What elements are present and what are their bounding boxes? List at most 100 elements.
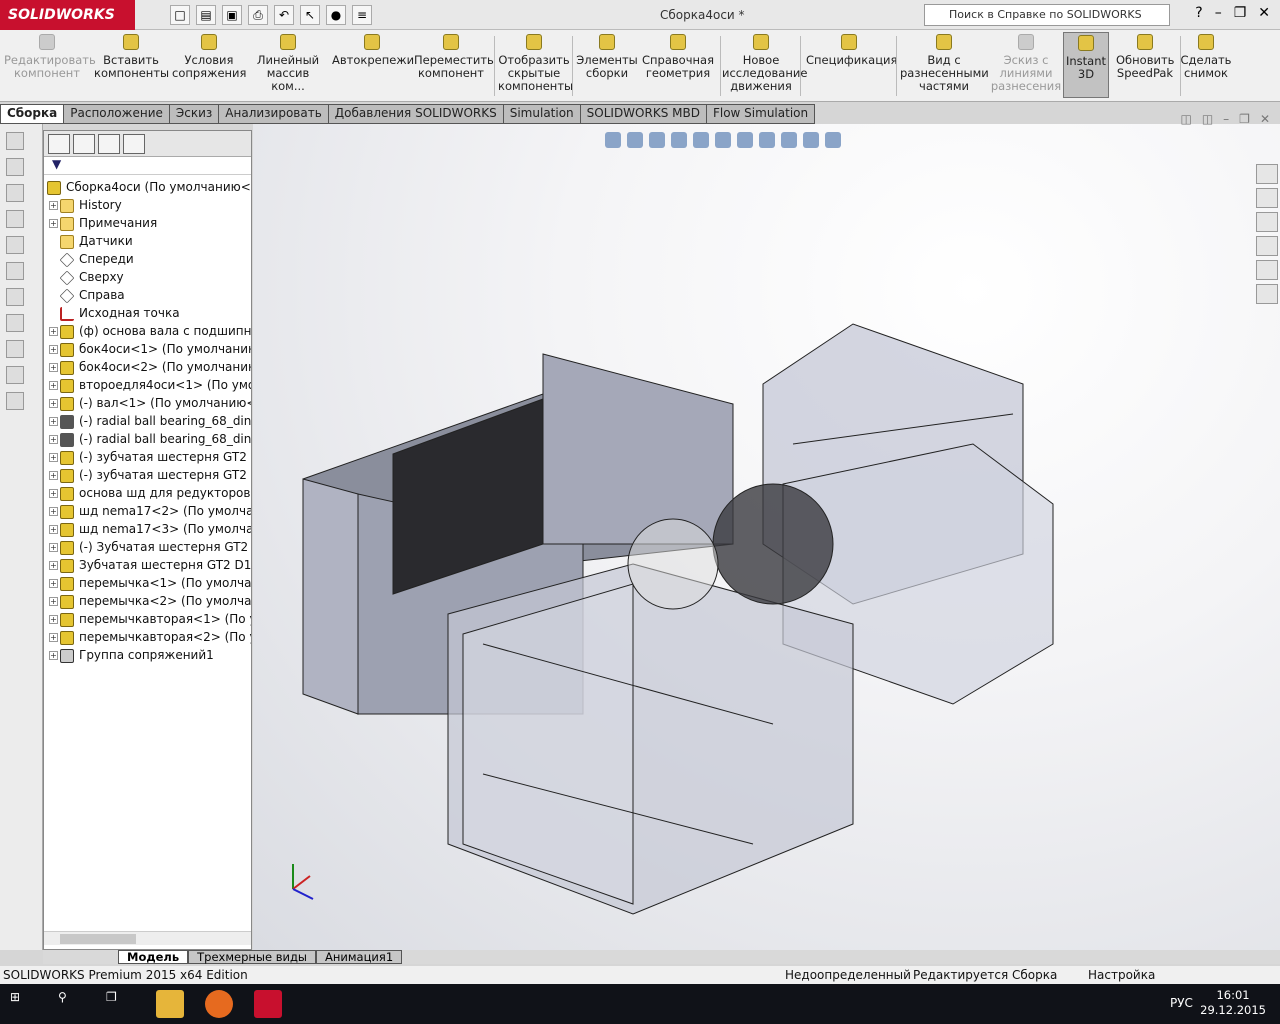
options-icon[interactable]: ≡	[352, 5, 372, 25]
ribbon-button[interactable]: Новое исследование движения	[722, 34, 807, 93]
expand-icon[interactable]: +	[49, 525, 58, 534]
ribbon-button[interactable]: Отобразить скрытые компоненты	[498, 34, 573, 93]
tree-item[interactable]: Сверху	[44, 268, 251, 286]
tab-navigation[interactable]	[43, 950, 118, 964]
bottom-tab[interactable]: Модель	[118, 950, 189, 964]
ribbon-button[interactable]: Спецификация	[806, 34, 897, 67]
home-icon[interactable]	[1256, 164, 1278, 184]
search-icon[interactable]: ⚲	[58, 990, 86, 1018]
tree-item[interactable]: Датчики	[44, 232, 251, 250]
tab[interactable]: Flow Simulation	[705, 104, 816, 124]
design-library-icon[interactable]	[1256, 212, 1278, 232]
filter-icon[interactable]: ▼	[44, 157, 251, 175]
expand-icon[interactable]: +	[49, 381, 58, 390]
expand-icon[interactable]: +	[49, 597, 58, 606]
print-icon[interactable]: ⎙	[248, 5, 268, 25]
tree-item[interactable]: Спереди	[44, 250, 251, 268]
tab[interactable]: Simulation	[502, 104, 581, 124]
help-icon[interactable]: ?	[1195, 5, 1202, 21]
tool-icon[interactable]	[6, 288, 24, 306]
rebuild-icon[interactable]: ●	[326, 5, 346, 25]
tree-item[interactable]: + History	[44, 196, 251, 214]
tree-item[interactable]: + (-) зубчатая шестерня GT2 D50	[44, 466, 251, 484]
tree-item[interactable]: + бок4оси<2> (По умолчанию<	[44, 358, 251, 376]
tree-item[interactable]: + перемычкавторая<1> (По умо	[44, 610, 251, 628]
expand-icon[interactable]: +	[49, 399, 58, 408]
tree-item[interactable]: + (-) зубчатая шестерня GT2 D50	[44, 448, 251, 466]
expand-icon[interactable]: +	[49, 453, 58, 462]
start-icon[interactable]: ⊞	[10, 990, 38, 1018]
tree-item[interactable]: + (ф) основа вала с подшипник	[44, 322, 251, 340]
firefox-icon[interactable]	[205, 990, 233, 1018]
ribbon-button[interactable]: Линейный массив ком...	[252, 34, 324, 93]
tool-icon[interactable]	[6, 262, 24, 280]
tree-item[interactable]: Исходная точка	[44, 304, 251, 322]
open-icon[interactable]: ▤	[196, 5, 216, 25]
tool-icon[interactable]	[6, 184, 24, 202]
save-icon[interactable]: ▣	[222, 5, 242, 25]
ribbon-button[interactable]: Instant 3D	[1063, 32, 1109, 98]
ribbon-button[interactable]: Справочная геометрия	[640, 34, 716, 80]
expand-icon[interactable]: +	[49, 435, 58, 444]
expand-icon[interactable]: +	[49, 363, 58, 372]
bottom-tab[interactable]: Трехмерные виды	[188, 950, 317, 964]
file-explorer-icon[interactable]	[156, 990, 184, 1018]
ribbon-button[interactable]: Эскиз с линиями разнесения	[990, 34, 1062, 93]
ribbon-button[interactable]: Вид с разнесенными частями	[900, 34, 989, 93]
ribbon-button[interactable]: Обновить SpeedPak	[1116, 34, 1174, 80]
tab[interactable]: SOLIDWORKS MBD	[579, 104, 707, 124]
tool-icon[interactable]	[6, 366, 24, 384]
tool-icon[interactable]	[6, 132, 24, 150]
undo-icon[interactable]: ↶	[274, 5, 294, 25]
expand-icon[interactable]: +	[49, 417, 58, 426]
file-explorer-icon[interactable]	[1256, 236, 1278, 256]
ribbon-button[interactable]: Условия сопряжения	[172, 34, 246, 80]
expand-icon[interactable]: +	[49, 633, 58, 642]
solidworks-taskbar-icon[interactable]	[254, 990, 282, 1018]
tree-item[interactable]: + перемычка<1> (По умолчани	[44, 574, 251, 592]
horizontal-scrollbar[interactable]	[44, 931, 251, 945]
task-view-icon[interactable]: ❐	[106, 990, 134, 1018]
tree-item[interactable]: + основа шд для редукторов<1>	[44, 484, 251, 502]
tree-item[interactable]: + (-) вал<1> (По умолчанию<<	[44, 394, 251, 412]
tab[interactable]: Эскиз	[168, 104, 220, 124]
language-indicator[interactable]: РУС	[1170, 996, 1193, 1010]
ribbon-button[interactable]: Вставить компоненты	[94, 34, 169, 80]
configuration-tab-icon[interactable]	[98, 134, 120, 154]
expand-icon[interactable]: +	[49, 615, 58, 624]
expand-icon[interactable]: +	[49, 543, 58, 552]
tool-icon[interactable]	[6, 340, 24, 358]
tree-item[interactable]: + бок4оси<1> (По умолчанию<	[44, 340, 251, 358]
tool-icon[interactable]	[6, 236, 24, 254]
bottom-tab[interactable]: Анимация1	[316, 950, 403, 964]
custom-menu[interactable]: Настройка	[1088, 966, 1155, 984]
graphics-area[interactable]: ◫ ◫ – ❐ ✕	[253, 112, 1280, 950]
select-icon[interactable]: ↖	[300, 5, 320, 25]
ribbon-button[interactable]: Автокрепежи	[332, 34, 414, 67]
resources-icon[interactable]	[1256, 188, 1278, 208]
tool-icon[interactable]	[6, 210, 24, 228]
restore-icon[interactable]: ❐	[1234, 5, 1247, 21]
tree-item[interactable]: + Зубчатая шестерня GT2 D11<2	[44, 556, 251, 574]
help-search-input[interactable]: Поиск в Справке по SOLIDWORKS	[924, 4, 1170, 26]
expand-icon[interactable]: +	[49, 219, 58, 228]
tab[interactable]: Добавления SOLIDWORKS	[327, 104, 504, 124]
appearance-tab-icon[interactable]	[123, 134, 145, 154]
feature-tree-tab-icon[interactable]	[48, 134, 70, 154]
custom-properties-icon[interactable]	[1256, 284, 1278, 304]
tree-item[interactable]: + (-) Зубчатая шестерня GT2 D1	[44, 538, 251, 556]
appearances-icon[interactable]	[1256, 260, 1278, 280]
expand-icon[interactable]: +	[49, 507, 58, 516]
tree-item[interactable]: + (-) radial ball bearing_68_din<1:	[44, 412, 251, 430]
expand-icon[interactable]: +	[49, 579, 58, 588]
tree-root[interactable]: Сборка4оси (По умолчанию<По	[44, 178, 251, 196]
tree-item[interactable]: + шд nema17<2> (По умолчани	[44, 502, 251, 520]
tab[interactable]: Расположение	[63, 104, 170, 124]
ribbon-button[interactable]: Элементы сборки	[576, 34, 638, 80]
ribbon-button[interactable]: Редактировать компонент	[4, 34, 96, 80]
property-manager-tab-icon[interactable]	[73, 134, 95, 154]
minimize-icon[interactable]: –	[1215, 5, 1222, 21]
tree-item[interactable]: + (-) radial ball bearing_68_din<2:	[44, 430, 251, 448]
clock[interactable]: 16:01 29.12.2015	[1200, 988, 1266, 1018]
expand-icon[interactable]: +	[49, 201, 58, 210]
